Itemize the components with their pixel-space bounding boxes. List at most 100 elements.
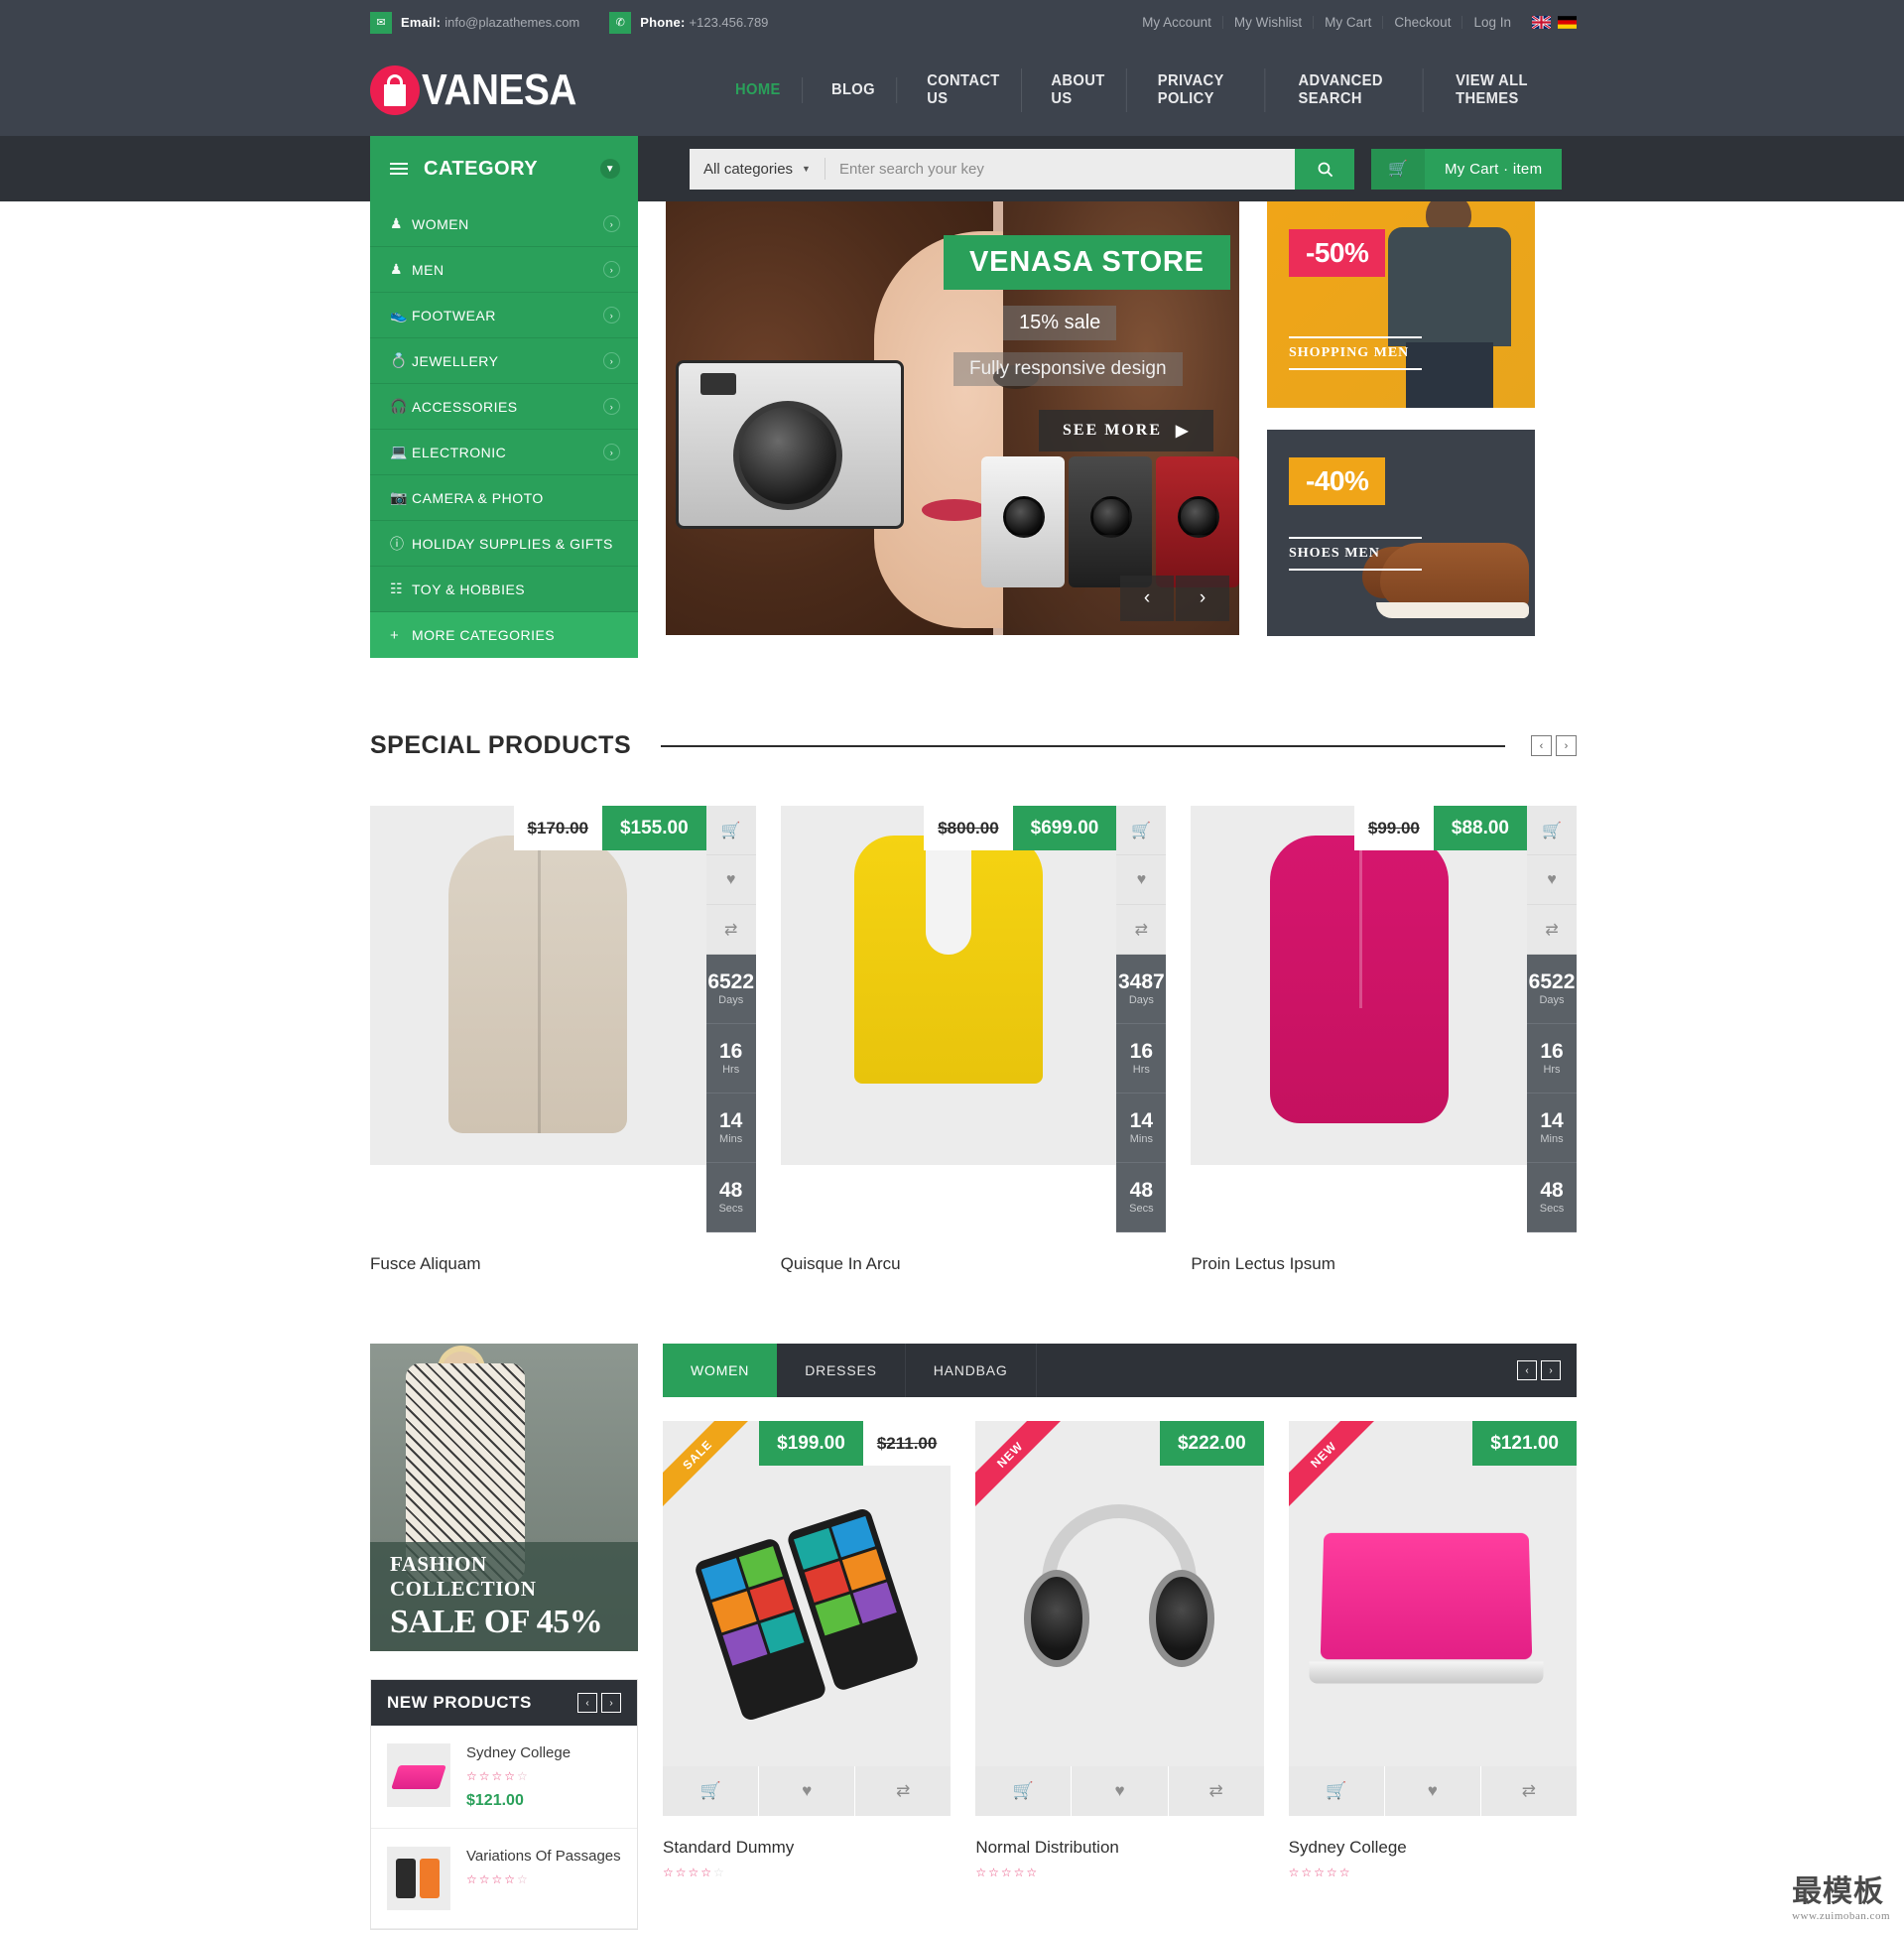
compare-icon[interactable]: ⇄ <box>1116 905 1167 955</box>
slider-prev-button[interactable]: ‹ <box>1120 576 1174 621</box>
top-link-checkout[interactable]: Checkout <box>1383 16 1463 29</box>
promo-label: SHOPPING MEN <box>1289 336 1422 370</box>
new-products-prev-button[interactable]: ‹ <box>577 1693 597 1713</box>
tabs-next-button[interactable]: › <box>1541 1360 1561 1380</box>
uk-flag-icon[interactable] <box>1532 16 1551 29</box>
category-label: ELECTRONIC <box>412 444 507 460</box>
nav-blog[interactable]: BLOG <box>811 77 897 103</box>
product-name[interactable]: Normal Distribution <box>975 1838 1263 1858</box>
special-next-button[interactable]: › <box>1556 735 1577 756</box>
category-item-electronic[interactable]: 💻 ELECTRONIC › <box>370 430 638 475</box>
tab-dresses[interactable]: DRESSES <box>777 1344 906 1397</box>
add-to-cart-icon[interactable]: 🛒 <box>975 1766 1073 1816</box>
slider-next-button[interactable]: › <box>1176 576 1229 621</box>
category-item-footwear[interactable]: 👟 FOOTWEAR › <box>370 293 638 338</box>
left-sidebar: FASHION COLLECTION SALE OF 45% NEW PRODU… <box>370 1344 638 1930</box>
heart-icon[interactable]: ♥ <box>1116 855 1167 905</box>
category-item-jewellery[interactable]: 💍 JEWELLERY › <box>370 338 638 384</box>
search-icon <box>1318 162 1333 177</box>
product-image[interactable]: $800.00 $699.00 <box>780 806 1117 1165</box>
promo-banner-shopping-men[interactable]: -50% SHOPPING MEN <box>1267 201 1535 408</box>
page-root: ✉ Email: info@plazathemes.com ✆ Phone: +… <box>0 0 1904 1930</box>
promo-banner-shoes-men[interactable]: -40% SHOES MEN <box>1267 430 1535 636</box>
compare-icon[interactable]: ⇄ <box>705 905 756 955</box>
top-link-my-wishlist[interactable]: My Wishlist <box>1223 16 1315 29</box>
heart-icon[interactable]: ♥ <box>1527 855 1578 905</box>
countdown-number: 6522 <box>1528 970 1576 993</box>
product-image[interactable]: NEW $121.00 <box>1288 1421 1577 1766</box>
product-name[interactable]: Proin Lectus Ipsum <box>1191 1254 1577 1274</box>
product-name[interactable]: Quisque In Arcu <box>781 1254 1167 1274</box>
countdown-hours: 16 Hrs <box>1527 1024 1578 1094</box>
product-image[interactable]: $170.00 $155.00 <box>370 806 706 1165</box>
germany-flag-icon[interactable] <box>1558 16 1577 29</box>
countdown-number: 6522 <box>707 970 755 993</box>
category-item-more-categories[interactable]: + MORE CATEGORIES <box>370 612 638 658</box>
category-label: CAMERA & PHOTO <box>412 489 544 506</box>
list-item[interactable]: Sydney College ☆☆☆☆☆ $121.00 <box>371 1726 637 1829</box>
nav-about-us[interactable]: ABOUT US <box>1031 68 1128 112</box>
add-to-cart-icon[interactable]: 🛒 <box>663 1766 760 1816</box>
add-to-cart-icon[interactable]: 🛒 <box>1288 1766 1385 1816</box>
search-input[interactable] <box>825 148 1295 190</box>
nav-view-all-themes[interactable]: VIEW ALL THEMES <box>1435 68 1571 112</box>
compare-icon[interactable]: ⇄ <box>1480 1766 1577 1816</box>
countdown-number: 48 <box>1540 1179 1564 1202</box>
suit-illustration <box>1374 201 1525 408</box>
category-item-holiday-supplies[interactable]: ⓘ HOLIDAY SUPPLIES & GIFTS <box>370 521 638 567</box>
heart-icon[interactable]: ♥ <box>1384 1766 1481 1816</box>
top-link-log-in[interactable]: Log In <box>1462 16 1522 30</box>
countdown-unit: Hrs <box>1132 1064 1150 1076</box>
compare-icon[interactable]: ⇄ <box>855 1766 952 1816</box>
product-name[interactable]: Sydney College <box>1289 1838 1577 1858</box>
product-image[interactable]: $99.00 $88.00 <box>1191 806 1528 1165</box>
heart-icon[interactable]: ♥ <box>705 855 756 905</box>
chevron-down-icon[interactable]: ▼ <box>600 159 620 179</box>
countdown-unit: Days <box>1539 994 1565 1006</box>
product-name[interactable]: Fusce Aliquam <box>370 1254 756 1274</box>
search-button[interactable] <box>1295 148 1354 190</box>
nav-privacy-policy[interactable]: PRIVACY POLICY <box>1137 68 1266 112</box>
category-item-camera-photo[interactable]: 📷 CAMERA & PHOTO <box>370 475 638 521</box>
product-image[interactable]: SALE $199.00 $211.00 <box>663 1421 952 1766</box>
hero-slider[interactable]: VENASA STORE 15% sale Fully responsive d… <box>666 201 1239 635</box>
heart-icon[interactable]: ♥ <box>759 1766 856 1816</box>
list-item[interactable]: Variations Of Passages ☆☆☆☆☆ <box>371 1829 637 1929</box>
category-toggle-button[interactable]: CATEGORY ▼ <box>370 136 638 201</box>
tabs-prev-button[interactable]: ‹ <box>1517 1360 1537 1380</box>
category-item-women[interactable]: ♟ WOMEN › <box>370 201 638 247</box>
compare-icon[interactable]: ⇄ <box>1168 1766 1264 1816</box>
nav-advanced-search[interactable]: ADVANCED SEARCH <box>1277 68 1424 112</box>
product-name[interactable]: Sydney College <box>466 1743 571 1762</box>
product-name[interactable]: Standard Dummy <box>663 1838 951 1858</box>
tab-handbag[interactable]: HANDBAG <box>906 1344 1037 1397</box>
nav-contact-us[interactable]: CONTACT US <box>906 68 1022 112</box>
category-item-men[interactable]: ♟ MEN › <box>370 247 638 293</box>
new-products-next-button[interactable]: › <box>601 1693 621 1713</box>
cart-label: My Cart · item <box>1445 160 1543 178</box>
product-name[interactable]: Variations Of Passages <box>466 1847 621 1866</box>
fashion-collection-banner[interactable]: FASHION COLLECTION SALE OF 45% <box>370 1344 638 1651</box>
nav-home[interactable]: HOME <box>714 77 803 103</box>
add-to-cart-icon[interactable]: 🛒 <box>1116 806 1167 855</box>
slider-see-more-button[interactable]: SEE MORE ▶ <box>1039 410 1214 451</box>
special-prev-button[interactable]: ‹ <box>1531 735 1552 756</box>
tab-women[interactable]: WOMEN <box>663 1344 778 1397</box>
toy-icon: ☷ <box>390 580 404 596</box>
rating-stars: ☆☆☆☆☆ <box>1288 1866 1352 1879</box>
heart-icon[interactable]: ♥ <box>1072 1766 1169 1816</box>
add-to-cart-icon[interactable]: 🛒 <box>705 806 756 855</box>
rating-stars: ☆☆☆☆☆ <box>466 1769 530 1783</box>
product-image[interactable]: NEW $222.00 <box>975 1421 1264 1766</box>
search-category-select[interactable]: All categories ▼ <box>690 158 825 180</box>
category-item-accessories[interactable]: 🎧 ACCESSORIES › <box>370 384 638 430</box>
mini-cart-button[interactable]: 🛒 My Cart · item <box>1371 148 1563 190</box>
top-link-my-account[interactable]: My Account <box>1131 16 1223 29</box>
top-link-my-cart[interactable]: My Cart <box>1314 16 1384 29</box>
new-badge: NEW <box>1288 1421 1374 1506</box>
category-item-toy-hobbies[interactable]: ☷ TOY & HOBBIES <box>370 567 638 612</box>
cart-icon: 🛒 <box>1371 148 1425 190</box>
add-to-cart-icon[interactable]: 🛒 <box>1527 806 1578 855</box>
logo[interactable]: VANESA <box>370 65 597 115</box>
compare-icon[interactable]: ⇄ <box>1527 905 1578 955</box>
